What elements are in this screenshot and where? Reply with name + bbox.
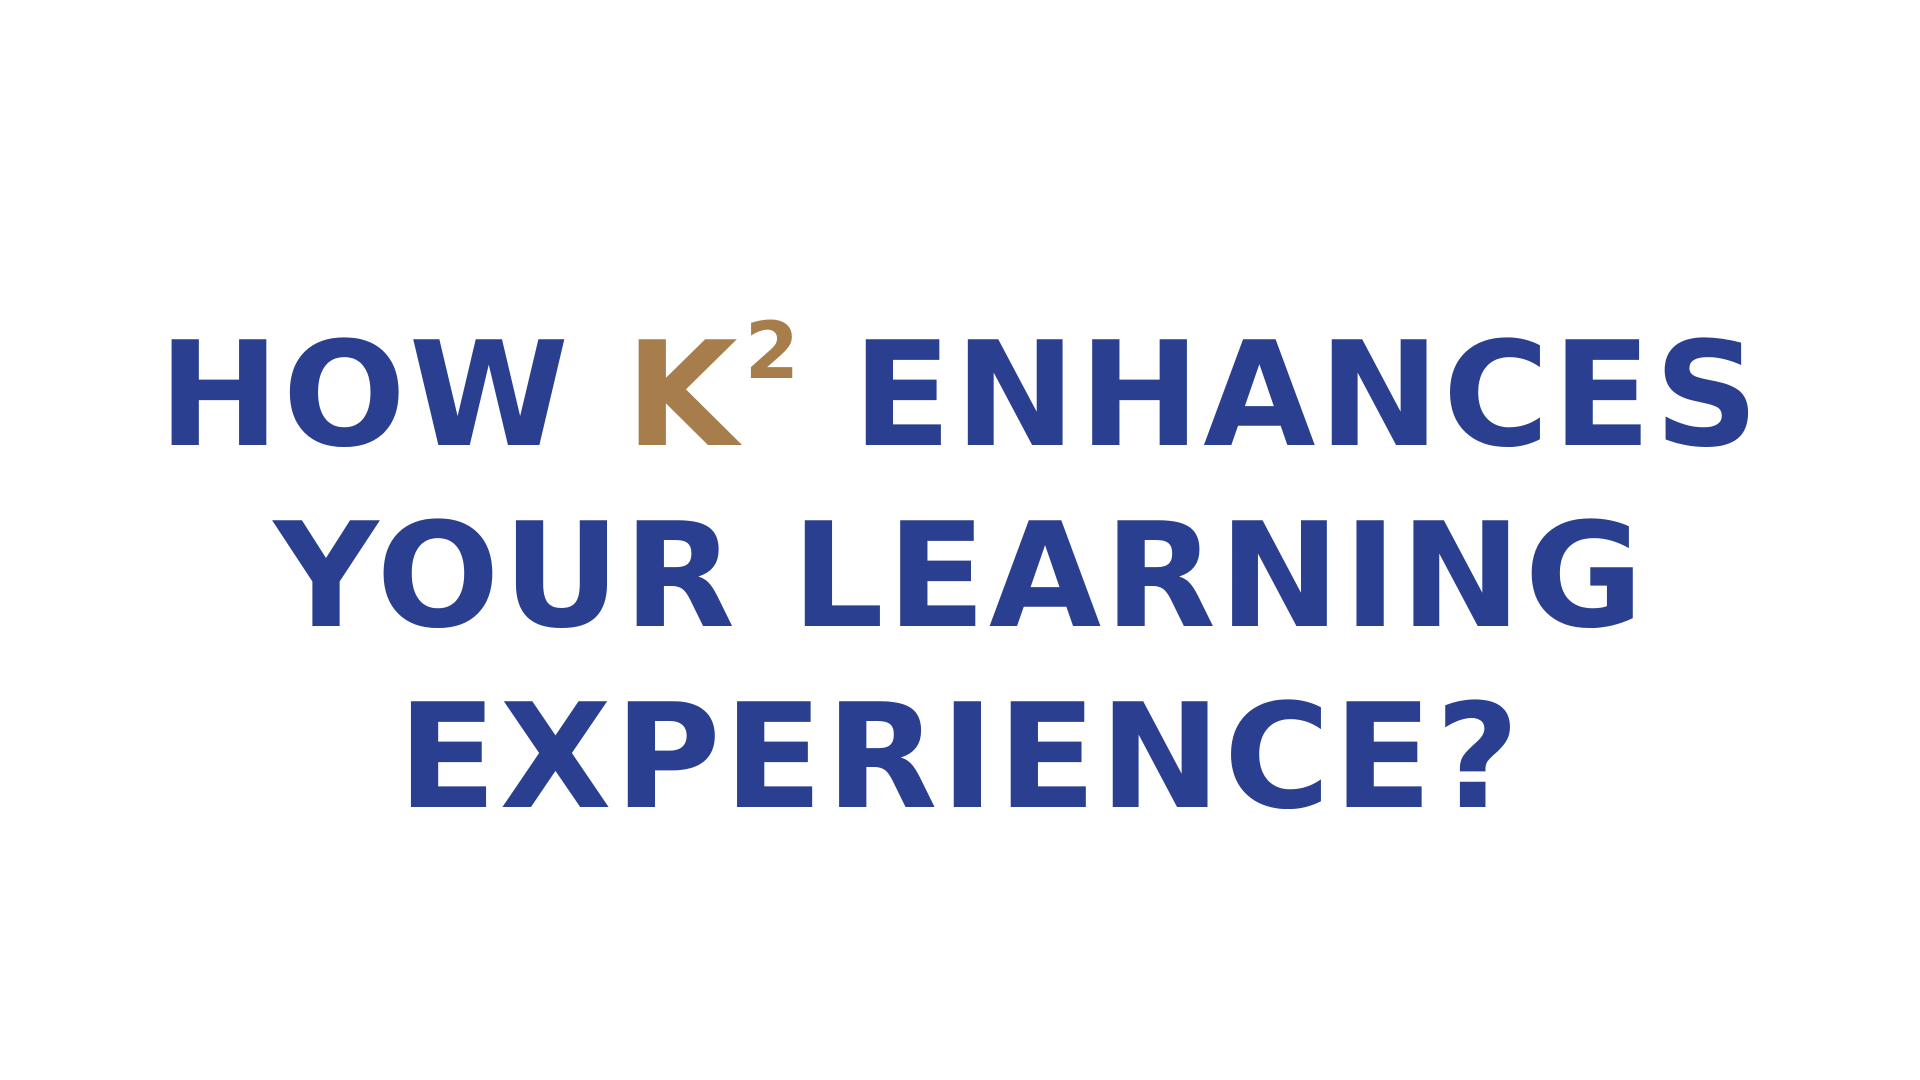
brand-superscript-2: 2 (744, 307, 799, 397)
slide-canvas: HOW K2 ENHANCES YOUR LEARNING EXPERIENCE… (0, 0, 1920, 1080)
brand-mark-k-squared: K2 (625, 311, 799, 480)
brand-letter-k: K (625, 311, 741, 480)
headline-word-enhances: ENHANCES (852, 311, 1762, 480)
headline-line-3: EXPERIENCE? (397, 673, 1523, 842)
headline-word-how: HOW (158, 311, 572, 480)
headline: HOW K2 ENHANCES YOUR LEARNING EXPERIENCE… (0, 305, 1920, 848)
headline-line-1: HOW K2 ENHANCES (0, 305, 1920, 486)
headline-line-2: YOUR LEARNING (273, 492, 1647, 661)
